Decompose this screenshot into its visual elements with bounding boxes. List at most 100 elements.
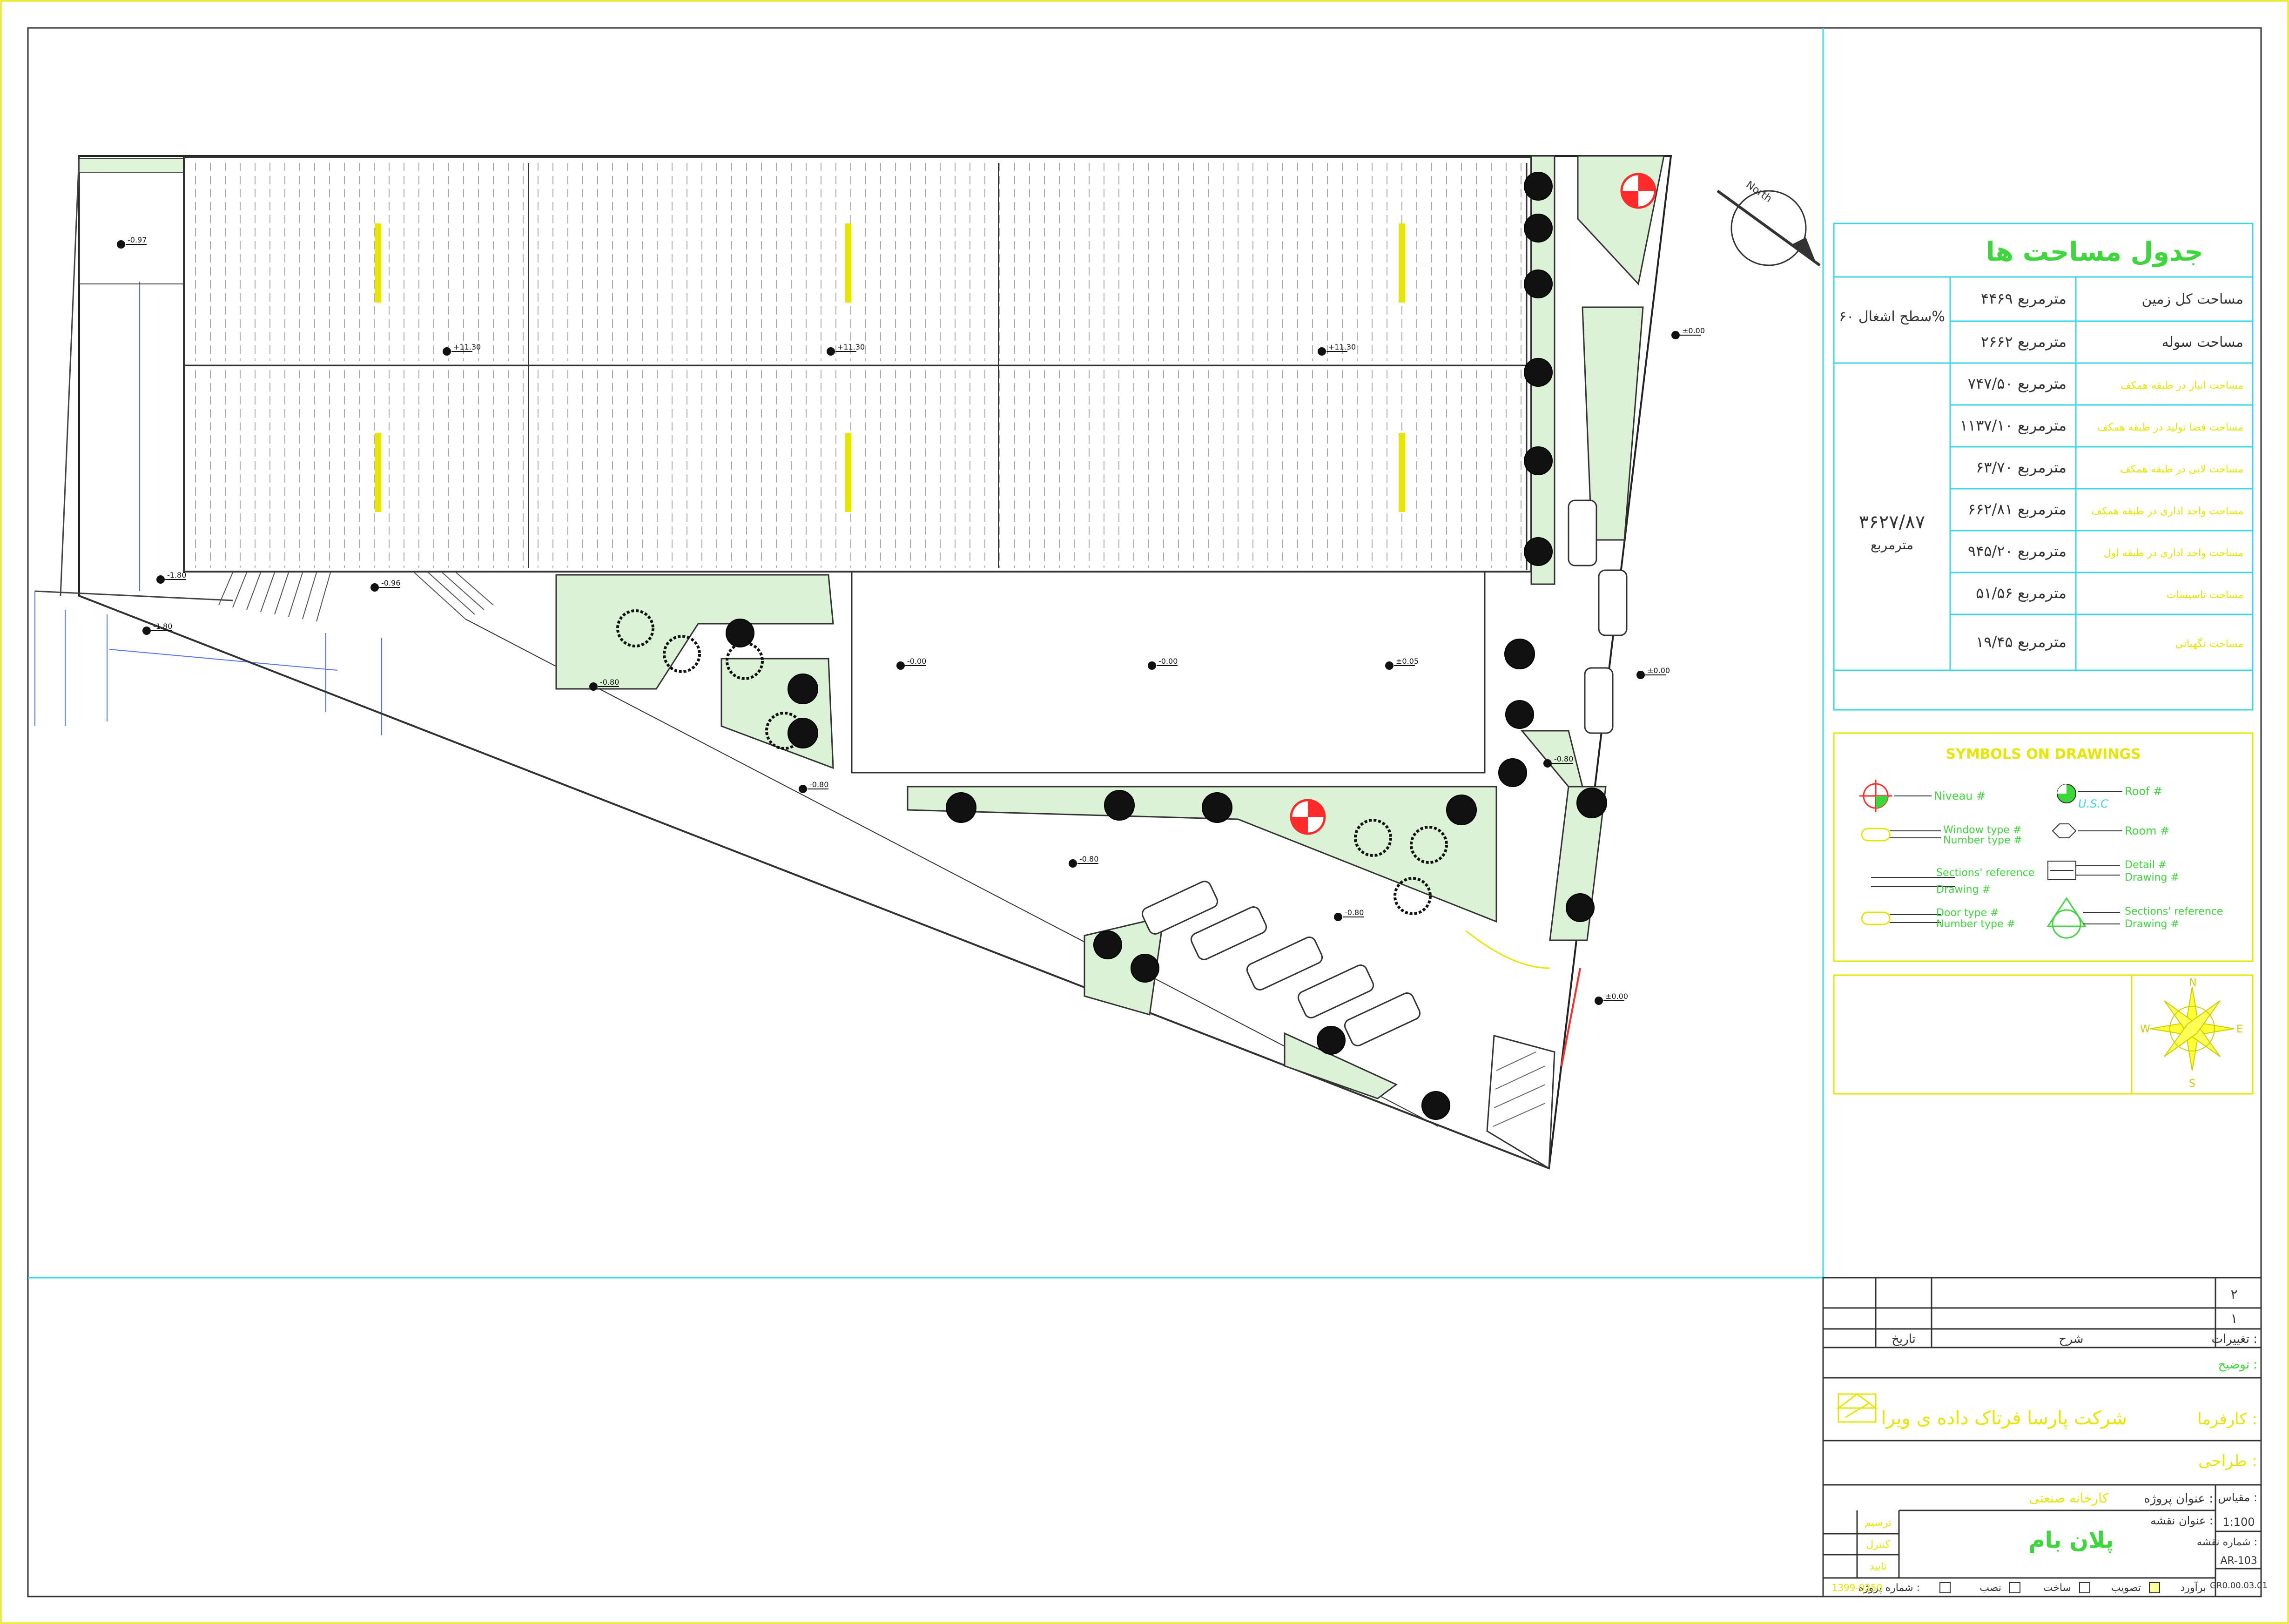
roof-symbol: Roof # U.S.C: [2057, 784, 2162, 810]
level-label: +11.30: [1328, 343, 1356, 351]
area-sum: ۳۶۲۷/۸۷: [1859, 512, 1925, 533]
area-label: مساحت کل زمین: [2142, 291, 2244, 308]
compass-n: N: [2189, 977, 2196, 989]
phase-build-checkbox[interactable]: [2009, 1582, 2020, 1593]
tree: [1446, 795, 1477, 825]
roof-tag: U.S.C: [2078, 797, 2108, 810]
tree: [726, 619, 754, 647]
area-value: ۱۹/۴۵ مترمربع: [1976, 633, 2067, 651]
checked-label: کنترل: [1866, 1539, 1890, 1550]
area-label: مساحت تاسیسات: [2167, 589, 2243, 601]
level-dot: [156, 575, 165, 584]
level-dot: [1148, 661, 1156, 670]
tree: [1524, 270, 1553, 298]
level-dot: [1069, 859, 1077, 868]
project-title-value: کارخانه صنعتی: [2029, 1490, 2109, 1506]
approved-label: تایید: [1869, 1561, 1886, 1572]
revision-1: ۱: [2230, 1311, 2237, 1326]
compass-panel: N S E W: [1833, 974, 2254, 1095]
level-label: -1.80: [167, 571, 186, 580]
design-label: طراحی :: [2198, 1452, 2257, 1470]
sheet-title-value: پلان بام: [2028, 1527, 2114, 1553]
level-dot: [1543, 759, 1552, 768]
area-label: مساحت نگهبانی: [2175, 638, 2243, 650]
note-label: توضیح :: [2218, 1358, 2257, 1372]
area-label: مساحت لابی در طبقه همکف: [2120, 464, 2243, 475]
area-value: ۶۳/۷۰ مترمربع: [1976, 458, 2067, 476]
roof-label: Roof #: [2125, 785, 2162, 798]
phase-approval-checkbox[interactable]: [2079, 1582, 2090, 1593]
phase-install-checkbox[interactable]: [1939, 1582, 1951, 1593]
level-label: -0.80: [1079, 855, 1098, 863]
tree: [1202, 792, 1232, 823]
detail-symbol: Detail # Drawing #: [2047, 859, 2179, 883]
level-label: -0.96: [381, 579, 400, 587]
symbols-legend: SYMBOLS ON DRAWINGS Niveau # Roof # U.S.…: [1833, 732, 2254, 962]
site-north-label: North: [1744, 179, 1774, 205]
project-number-value: 1399-0250: [1831, 1582, 1882, 1593]
section-symbol: Sections' reference Drawing #: [1871, 867, 2034, 896]
drawn-label: ترسیم: [1865, 1517, 1892, 1529]
tree: [1576, 788, 1607, 818]
scale-value: 1:100: [2222, 1516, 2255, 1529]
project-title-label: عنوان پروژه :: [2144, 1492, 2213, 1506]
tree: [1524, 172, 1553, 201]
tree: [1317, 1026, 1346, 1055]
area-value: ۶۶۲/۸۱ مترمربع: [1968, 500, 2067, 518]
occupancy-ratio: سطح اشغال ۶۰%: [1839, 309, 1945, 325]
description-label: شرح: [2059, 1332, 2084, 1346]
area-value: ۵۱/۵۶ مترمربع: [1976, 584, 2067, 602]
level-dot: [142, 627, 151, 635]
company-logo: [1836, 1393, 1878, 1423]
site-north-arrow: North: [1717, 179, 1821, 267]
area-value: ۷۴۷/۵۰ مترمربع: [1968, 375, 2067, 392]
level-dot: [896, 661, 905, 670]
roof-shed: [183, 156, 1532, 573]
level-dot: [1318, 347, 1326, 356]
level-dot: [443, 347, 451, 356]
level-dot: [1385, 661, 1394, 670]
section-ref-symbol-2: Sections' reference Drawing #: [2047, 897, 2223, 939]
drawing-sheet: -0.97 +11.30 +11.30 +11.30 ±0.00 -1.80 -1.80 -0…: [0, 0, 2289, 1624]
phase-estimate: برآورد: [2181, 1581, 2206, 1594]
phase-estimate-checkbox[interactable]: [2149, 1582, 2160, 1593]
level-label: -0.00: [907, 657, 926, 666]
tree: [1104, 790, 1135, 821]
area-value: ۴۴۶۹ مترمربع: [1981, 290, 2067, 308]
level-label: -0.80: [809, 780, 828, 789]
level-dot: [799, 785, 807, 793]
level-label: -1.80: [153, 622, 172, 631]
section-ref-label: Sections' reference: [1936, 867, 2034, 879]
level-dot: [117, 240, 125, 249]
changes-label: تغییرات :: [2211, 1332, 2257, 1346]
phase-build: ساخت: [2043, 1582, 2071, 1594]
level-label: -0.97: [128, 236, 147, 244]
tree: [1566, 893, 1595, 922]
level-dot: [1671, 331, 1680, 339]
level-dot: [589, 682, 598, 691]
tree: [1504, 639, 1535, 669]
tree: [1524, 446, 1553, 475]
area-sum-unit: مترمربع: [1871, 537, 1913, 553]
tree: [946, 792, 976, 823]
tree: [1131, 954, 1159, 983]
client-name: شرکت پارسا فرتاک داده ی ویرا: [1881, 1408, 2127, 1429]
stair-hatch: [218, 572, 494, 622]
tree: [1524, 214, 1553, 243]
symbols-title: SYMBOLS ON DRAWINGS: [1946, 746, 2141, 762]
phase-approval: تصویب: [2111, 1582, 2141, 1594]
area-label: مساحت انبار در طبقه همکف: [2121, 380, 2243, 391]
section-drawing2-label: Drawing #: [2125, 918, 2179, 930]
compass-rose-icon: [2150, 986, 2235, 1071]
level-dot: [1636, 671, 1645, 679]
detail-label: Detail #: [2125, 859, 2167, 871]
compass-w: W: [2140, 1024, 2150, 1035]
site-plan: -0.97 +11.30 +11.30 +11.30 ±0.00 -1.80 -1.80 -0…: [34, 155, 1821, 1170]
area-value: ۱۱۳۷/۱۰ مترمربع: [1960, 417, 2067, 434]
yard-block: [851, 571, 1486, 774]
sheet-title-label: عنوان نقشه :: [2150, 1514, 2213, 1527]
area-value: ۹۴۵/۲۰ مترمربع: [1968, 542, 2067, 560]
level-label: -0.80: [1554, 755, 1573, 763]
level-label: ±0.00: [1605, 992, 1628, 1001]
area-label: مساحت واحد اداری در طبقه همکف: [2091, 505, 2243, 517]
